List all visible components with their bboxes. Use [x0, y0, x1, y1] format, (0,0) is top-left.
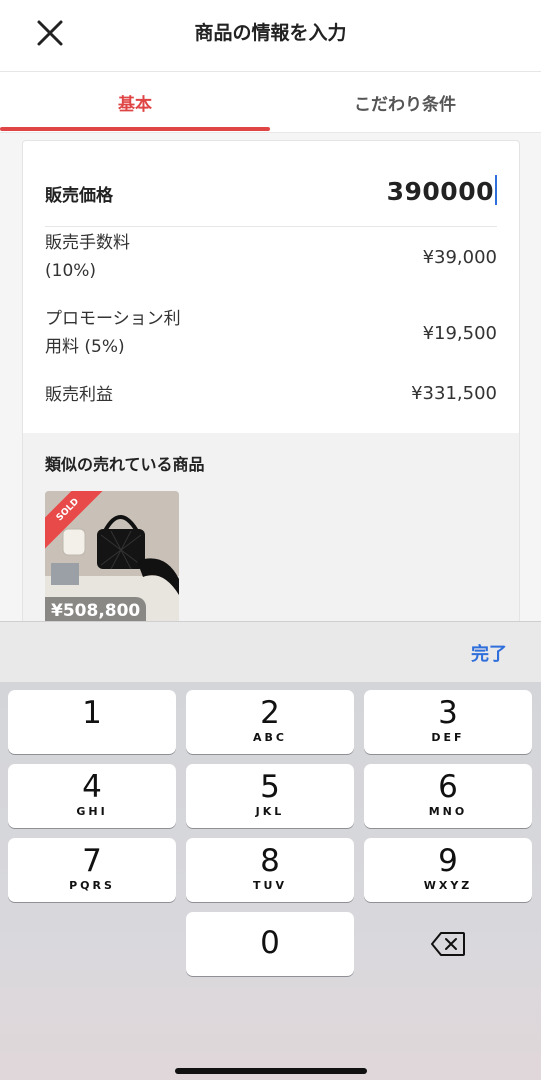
- text-cursor: [495, 175, 497, 205]
- key-letters: PQRS: [69, 879, 115, 892]
- fee-label: 販売手数料 (10%): [45, 229, 130, 285]
- key-4[interactable]: 4 GHI: [8, 764, 176, 828]
- key-letters: MNO: [428, 805, 468, 818]
- tab-basic[interactable]: 基本: [0, 72, 270, 133]
- fee-value: ¥19,500: [422, 323, 497, 344]
- delete-key[interactable]: [364, 912, 532, 976]
- similar-items-section: 類似の売れている商品 SOLD ¥508,800: [23, 433, 519, 629]
- similar-items-title: 類似の売れている商品: [45, 455, 205, 474]
- key-2[interactable]: 2 ABC: [186, 690, 354, 754]
- price-card: 販売価格 390000 販売手数料 (10%) ¥39,000 プロモーション利…: [22, 140, 520, 630]
- key-number: 6: [438, 769, 458, 805]
- key-number: 7: [82, 843, 102, 879]
- price-input-value: 390000: [386, 177, 494, 206]
- key-letters: GHI: [76, 805, 108, 818]
- active-tab-indicator: [0, 127, 270, 131]
- fee-label-line2: 用料 (5%): [45, 337, 125, 357]
- fee-label-line1: 販売利益: [45, 385, 113, 405]
- key-number: 2: [260, 695, 280, 731]
- key-letters: JKL: [255, 805, 285, 818]
- done-button[interactable]: 完了: [471, 640, 507, 666]
- key-letters: ABC: [253, 731, 287, 744]
- numeric-keypad: 1 2 ABC 3 DEF 4 GHI 5 JKL 6 MNO 7 PQRS 8: [0, 682, 541, 1080]
- header: 商品の情報を入力: [0, 0, 541, 72]
- key-7[interactable]: 7 PQRS: [8, 838, 176, 902]
- key-number: 0: [260, 925, 280, 961]
- key-letters: WXYZ: [423, 879, 473, 892]
- key-letters: TUV: [253, 879, 287, 892]
- tab-detail-conditions[interactable]: こだわり条件: [270, 72, 540, 133]
- fee-label-line2: (10%): [45, 261, 97, 281]
- key-1[interactable]: 1: [8, 690, 176, 754]
- fee-label-line1: プロモーション利: [45, 309, 181, 329]
- home-indicator: [175, 1068, 367, 1074]
- price-label: 販売価格: [45, 186, 113, 206]
- fee-value: ¥331,500: [411, 383, 497, 404]
- key-9[interactable]: 9 WXYZ: [364, 838, 532, 902]
- similar-item-card[interactable]: SOLD ¥508,800: [45, 491, 179, 625]
- key-0[interactable]: 0: [186, 912, 354, 976]
- key-5[interactable]: 5 JKL: [186, 764, 354, 828]
- tab-bar: 基本 こだわり条件: [0, 72, 541, 133]
- key-number: 3: [438, 695, 458, 731]
- fee-label-line1: 販売手数料: [45, 233, 130, 253]
- fee-row-commission: 販売手数料 (10%) ¥39,000: [45, 229, 497, 289]
- fee-row-profit: 販売利益 ¥331,500: [45, 381, 497, 413]
- key-number: 9: [438, 843, 458, 879]
- key-number: 4: [82, 769, 102, 805]
- fee-label: 販売利益: [45, 381, 113, 409]
- key-number: 8: [260, 843, 280, 879]
- price-input[interactable]: 390000: [387, 175, 497, 206]
- backspace-icon: [431, 932, 465, 956]
- key-6[interactable]: 6 MNO: [364, 764, 532, 828]
- fee-label: プロモーション利 用料 (5%): [45, 305, 181, 361]
- fee-row-promotion: プロモーション利 用料 (5%) ¥19,500: [45, 305, 497, 365]
- fee-value: ¥39,000: [422, 247, 497, 268]
- key-8[interactable]: 8 TUV: [186, 838, 354, 902]
- price-row: 販売価格 390000: [45, 159, 497, 227]
- key-letters: DEF: [431, 731, 465, 744]
- key-number: 1: [82, 695, 102, 731]
- key-number: 5: [260, 769, 280, 805]
- keyboard-toolbar: 完了: [0, 621, 541, 682]
- listing-form-screen: 商品の情報を入力 基本 こだわり条件 販売価格 390000 販売手数料 (10…: [0, 0, 541, 1080]
- page-title: 商品の情報を入力: [194, 22, 347, 44]
- key-3[interactable]: 3 DEF: [364, 690, 532, 754]
